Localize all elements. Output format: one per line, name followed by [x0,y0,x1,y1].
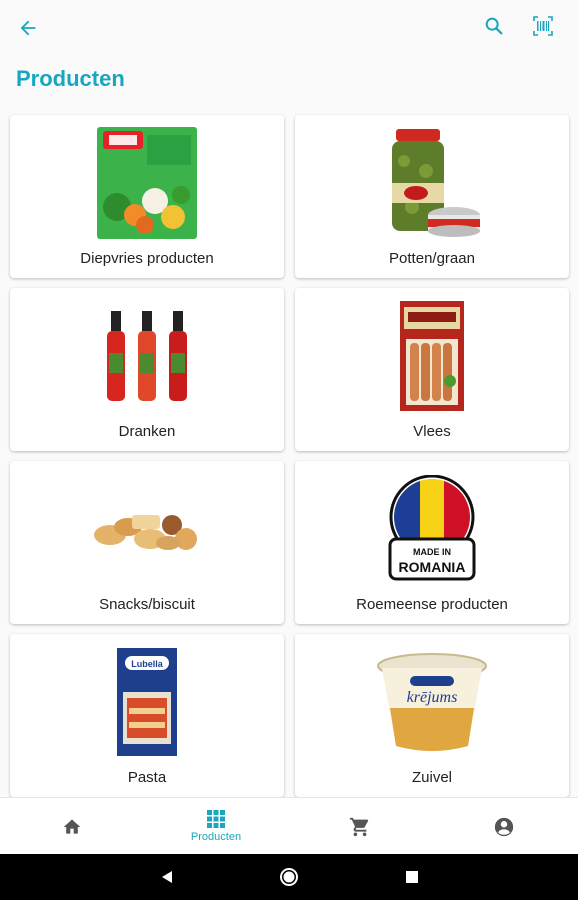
nav-products[interactable]: Producten [144,798,288,855]
arrow-left-icon [20,20,36,36]
sauce-bottles-image [10,294,284,418]
category-label: Potten/graan [389,250,475,267]
system-home-button[interactable] [278,866,300,888]
pickle-jar-and-can-image [295,121,569,245]
category-card-dranken[interactable]: Dranken [10,288,284,451]
barcode-scan-button[interactable] [527,10,559,42]
category-card-potten[interactable]: Potten/graan [295,115,569,278]
brand-text: Lubella [131,659,163,669]
category-card-diepvries[interactable]: Diepvries producten [10,115,284,278]
grid-icon [207,810,225,828]
nav-cart[interactable] [288,798,432,855]
category-card-roemeense[interactable]: MADE IN ROMANIA Roemeense producten [295,461,569,624]
nav-home[interactable] [0,798,144,855]
category-label: Roemeense producten [356,596,508,613]
brand-text: krējums [407,689,458,706]
bottom-navigation: Producten [0,797,578,854]
category-card-snacks[interactable]: Snacks/biscuit [10,461,284,624]
nav-products-label: Producten [190,831,242,843]
system-recents-button[interactable] [401,866,423,888]
category-label: Snacks/biscuit [99,596,195,613]
category-label: Vlees [413,423,451,440]
back-button[interactable] [12,12,44,44]
circle-home-icon [280,868,298,886]
badge-romania-text: ROMANIA [399,559,466,575]
system-navigation-bar [0,854,578,900]
square-recents-icon [406,871,418,883]
cream-cup-image: krējums [295,640,569,764]
app-bar [0,0,578,56]
account-circle-icon [494,817,514,836]
nav-account[interactable] [432,798,576,855]
triangle-back-icon [162,871,172,883]
made-in-romania-badge-image: MADE IN ROMANIA [295,467,569,591]
category-card-zuivel[interactable]: krējums Zuivel [295,634,569,797]
cart-icon [349,817,369,836]
badge-made-in-text: MADE IN [413,547,451,557]
system-back-button[interactable] [156,866,178,888]
category-card-vlees[interactable]: Vlees [295,288,569,451]
search-icon [485,17,503,35]
category-card-pasta[interactable]: Lubella Pasta [10,634,284,797]
page-title: Producten [16,66,125,91]
category-label: Zuivel [411,769,452,786]
category-label: Diepvries producten [80,250,214,267]
lasagne-box-image: Lubella [10,640,284,764]
category-label: Pasta [127,769,167,786]
sausage-package-image [295,294,569,418]
search-button[interactable] [478,10,510,42]
category-label: Dranken [118,423,176,440]
biscuits-image [10,467,284,591]
home-icon [63,819,81,834]
barcode-scan-icon [533,16,553,36]
frozen-vegetables-bag-image [10,121,284,245]
